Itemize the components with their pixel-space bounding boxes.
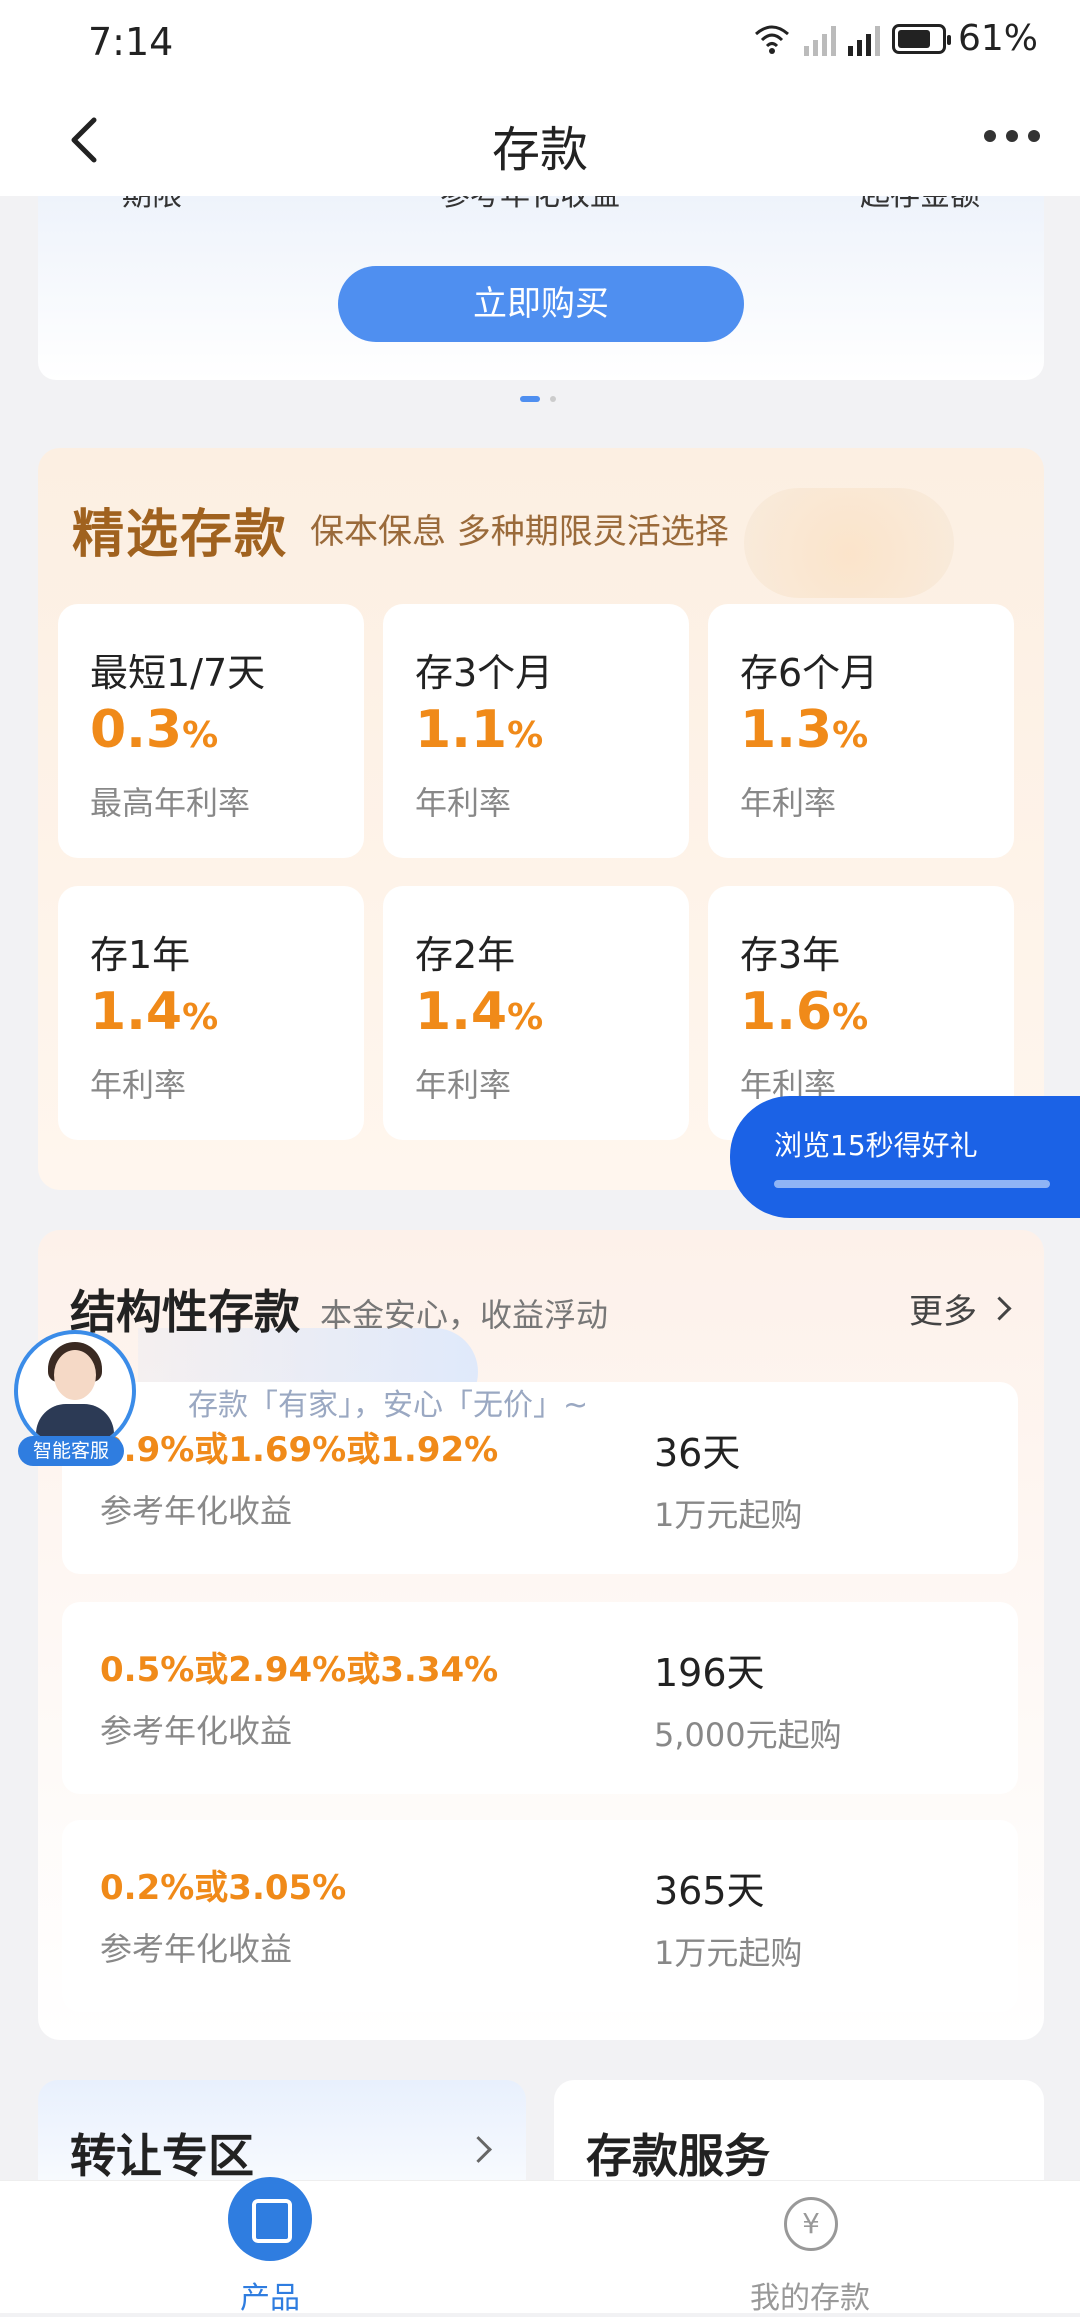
structured-deposits-section: 结构性存款 本金安心，收益浮动 更多 0.9%或1.69%或1.92% 参考年化…	[38, 1230, 1044, 2040]
term-label: 期限	[122, 196, 182, 214]
app-header: 存款	[0, 84, 1080, 196]
chevron-right-icon	[987, 1296, 1012, 1321]
min-amount-label: 起存金额	[860, 196, 980, 214]
section-subtitle: 保本保息 多种期限灵活选择	[310, 512, 729, 552]
buy-now-button[interactable]: 立即购买	[338, 266, 744, 342]
status-icons: 61%	[752, 18, 1038, 59]
structured-product-row[interactable]: 0.5%或2.94%或3.34% 参考年化收益 196天 5,000元起购	[62, 1602, 1018, 1794]
deposit-tile[interactable]: 存3个月 1.1% 年利率	[383, 604, 689, 858]
decor-cloud	[744, 488, 954, 598]
battery-icon	[891, 23, 951, 54]
more-menu-icon[interactable]	[984, 130, 1040, 142]
status-bar: 7:14 61%	[0, 0, 1080, 84]
deposit-tile[interactable]: 存2年 1.4% 年利率	[383, 886, 689, 1140]
products-cube-icon	[228, 2177, 312, 2261]
tab-products[interactable]: 产品	[120, 2177, 420, 2316]
tab-my-deposits[interactable]: ¥ 我的存款	[660, 2181, 960, 2316]
customer-service-label[interactable]: 智能客服	[18, 1436, 124, 1466]
featured-product-card: 期限 参考年化收益 起存金额 立即购买	[38, 196, 1044, 380]
battery-percent: 61%	[957, 18, 1038, 59]
deposit-tile[interactable]: 最短1/7天 0.3% 最高年利率	[58, 604, 364, 858]
browse-reward-banner[interactable]: 浏览15秒得好礼	[730, 1096, 1080, 1218]
structured-product-row[interactable]: 0.2%或3.05% 参考年化收益 365天 1万元起购	[62, 1820, 1018, 2012]
section-subtitle: 本金安心，收益浮动	[320, 1296, 609, 1334]
section-title: 结构性存款	[70, 1285, 300, 1339]
more-link[interactable]: 更多	[909, 1284, 1012, 1333]
customer-service-avatar[interactable]	[14, 1330, 136, 1452]
page-title: 存款	[491, 122, 588, 178]
yield-label: 参考年化收益	[440, 196, 620, 214]
promo-text: 浏览15秒得好礼	[774, 1129, 978, 1162]
wifi-icon	[754, 25, 789, 54]
status-time: 7:14	[88, 20, 174, 64]
signal-icon-1	[803, 22, 836, 56]
slogan-text: 存款「有家」，安心「无价」~	[188, 1388, 589, 1423]
deposit-tile[interactable]: 存1年 1.4% 年利率	[58, 886, 364, 1140]
bottom-tab-bar: 产品 ¥ 我的存款	[0, 2177, 1080, 2316]
yuan-coin-icon: ¥	[784, 2197, 838, 2251]
chevron-right-icon	[465, 2136, 492, 2163]
deposit-tile[interactable]: 存6个月 1.3% 年利率	[708, 604, 1014, 858]
promo-progress-bar	[774, 1180, 1050, 1188]
section-title: 精选存款	[72, 505, 289, 565]
selected-deposits-section: 精选存款 保本保息 多种期限灵活选择 最短1/7天 0.3% 最高年利率 存3个…	[38, 448, 1044, 1190]
carousel-indicator	[520, 396, 556, 402]
signal-icon-2	[847, 22, 880, 56]
